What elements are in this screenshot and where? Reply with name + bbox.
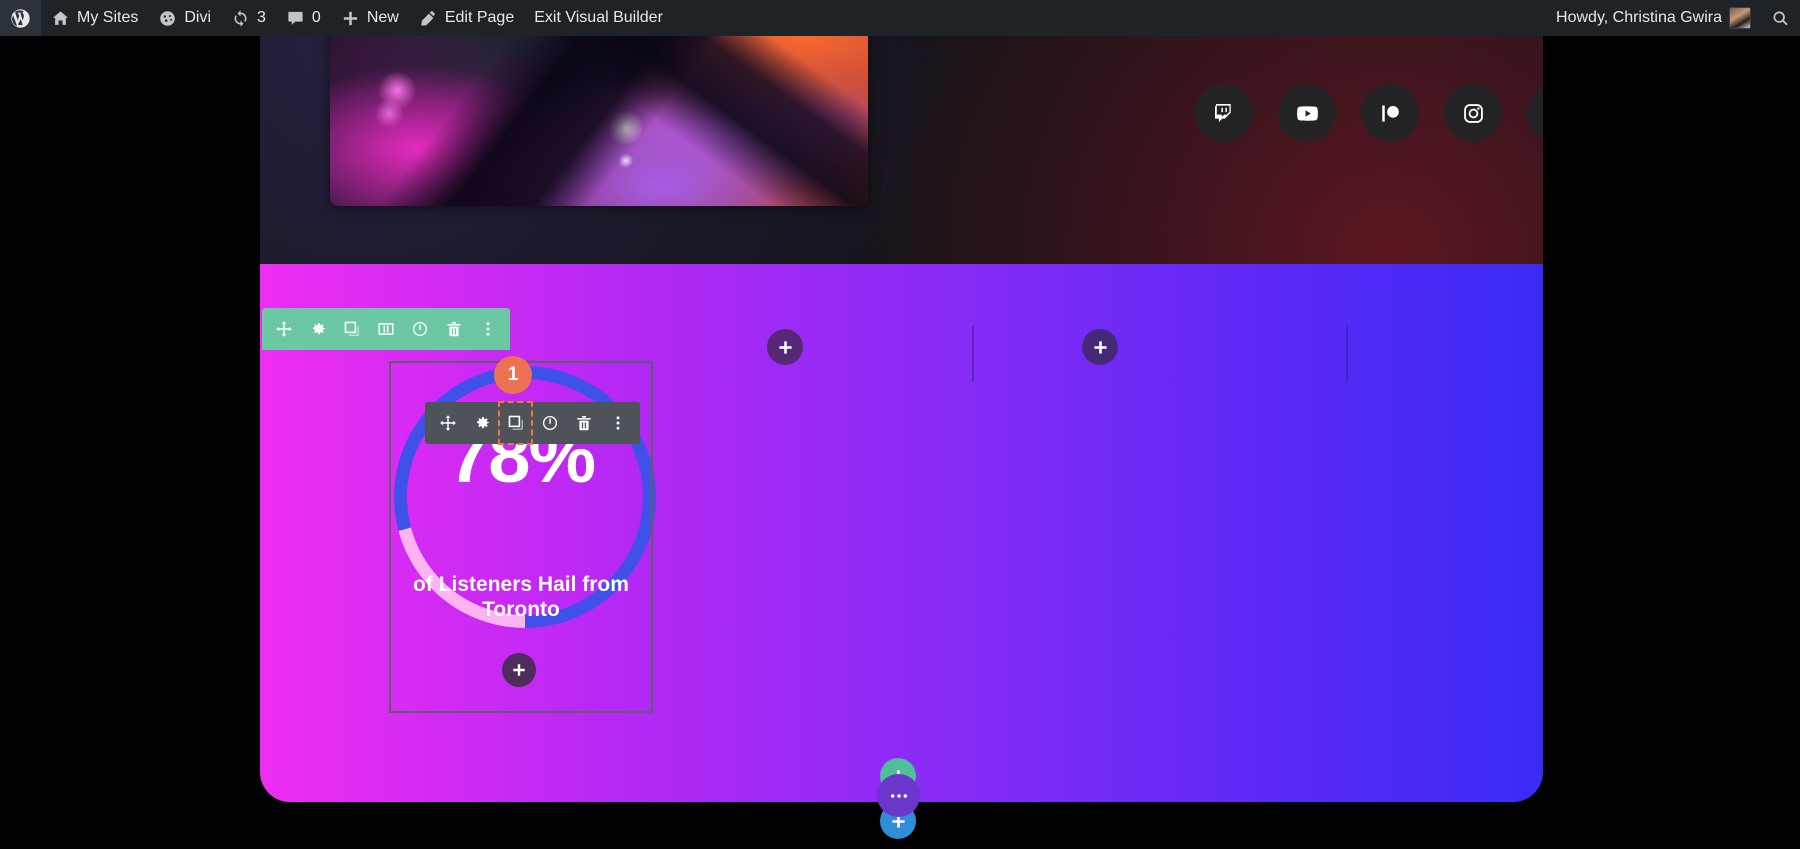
page-settings-button[interactable] [877, 774, 920, 817]
youtube-icon [1295, 101, 1320, 126]
admin-bar-howdy-label: Howdy, Christina Gwira [1556, 9, 1722, 26]
section-columns-button[interactable] [370, 308, 402, 350]
social-link-facebook[interactable] [1527, 84, 1543, 142]
divi-icon [158, 9, 177, 28]
admin-bar-comments-count: 0 [311, 9, 321, 26]
module-settings-button[interactable] [465, 402, 498, 444]
admin-bar-updates-count: 3 [257, 9, 266, 26]
column-divider [972, 326, 974, 382]
module-more-options-button[interactable] [601, 402, 634, 444]
instagram-icon [1462, 102, 1485, 125]
admin-bar-search[interactable] [1761, 0, 1800, 36]
avatar [1729, 7, 1751, 29]
disable-module-button[interactable] [533, 402, 566, 444]
add-module-button-column-2[interactable] [767, 329, 803, 365]
home-icon [51, 9, 70, 28]
admin-bar-exit-visual-builder[interactable]: Exit Visual Builder [524, 0, 673, 36]
plus-icon [1092, 339, 1109, 356]
gear-icon [309, 320, 327, 338]
column-divider [1346, 326, 1348, 382]
twitch-icon [1212, 101, 1236, 125]
columns-icon [377, 320, 395, 338]
admin-bar-new-label: New [366, 9, 399, 26]
delete-module-button[interactable] [567, 402, 600, 444]
admin-bar-exit-visual-builder-label: Exit Visual Builder [534, 9, 663, 26]
gear-icon [473, 414, 491, 432]
duplicate-section-button[interactable] [336, 308, 368, 350]
social-link-instagram[interactable] [1444, 84, 1502, 142]
trash-icon [445, 320, 463, 338]
section-settings-button[interactable] [302, 308, 334, 350]
admin-bar-my-sites-label: My Sites [77, 9, 139, 26]
plus-icon [777, 339, 794, 356]
move-section-button[interactable] [268, 308, 300, 350]
page-controls [877, 758, 920, 846]
power-icon [541, 414, 559, 432]
admin-bar-edit-page-label: Edit Page [444, 9, 515, 26]
add-module-button-column-1[interactable] [502, 653, 536, 687]
social-icons-row [1195, 84, 1543, 142]
wordpress-logo-icon [10, 8, 31, 29]
admin-bar-my-sites[interactable]: My Sites [41, 0, 148, 36]
plus-icon [341, 9, 360, 28]
pencil-icon [419, 9, 438, 28]
admin-bar-updates[interactable]: 3 [221, 0, 276, 36]
patreon-icon [1379, 102, 1402, 125]
trash-icon [575, 414, 593, 432]
updates-icon [231, 9, 250, 28]
page-canvas: 78% of Listeners Hail from Toronto 1 [0, 0, 1800, 849]
admin-bar-divi[interactable]: Divi [148, 0, 221, 36]
section-more-options-button[interactable] [472, 308, 504, 350]
disable-section-button[interactable] [404, 308, 436, 350]
ellipsis-vertical-icon [609, 414, 627, 432]
wp-admin-bar: My Sites Divi 3 0 New Edit Page Exit Vis… [0, 0, 1800, 36]
comments-icon [286, 9, 305, 28]
power-icon [411, 320, 429, 338]
admin-bar-account[interactable]: Howdy, Christina Gwira [1546, 0, 1761, 36]
delete-section-button[interactable] [438, 308, 470, 350]
module-number-badge: 1 [494, 356, 532, 394]
module-toolbar [425, 401, 640, 445]
move-icon [439, 414, 457, 432]
ellipsis-horizontal-icon [888, 785, 910, 807]
duplicate-icon [507, 414, 525, 432]
hero-section [260, 0, 1543, 300]
add-module-button-column-3[interactable] [1082, 329, 1118, 365]
social-link-youtube[interactable] [1278, 84, 1336, 142]
section-toolbar [262, 308, 510, 350]
admin-bar-edit-page[interactable]: Edit Page [409, 0, 524, 36]
social-link-patreon[interactable] [1361, 84, 1419, 142]
admin-bar-divi-label: Divi [184, 9, 212, 26]
social-link-twitch[interactable] [1195, 84, 1253, 142]
move-module-button[interactable] [431, 402, 464, 444]
duplicate-icon [343, 320, 361, 338]
move-icon [275, 320, 293, 338]
admin-bar-new[interactable]: New [331, 0, 409, 36]
duplicate-module-button[interactable] [498, 401, 533, 445]
admin-bar-comments[interactable]: 0 [276, 0, 331, 36]
admin-bar-wordpress-logo[interactable] [0, 0, 41, 36]
search-icon [1771, 9, 1790, 28]
plus-icon [511, 662, 527, 678]
ellipsis-vertical-icon [479, 320, 497, 338]
